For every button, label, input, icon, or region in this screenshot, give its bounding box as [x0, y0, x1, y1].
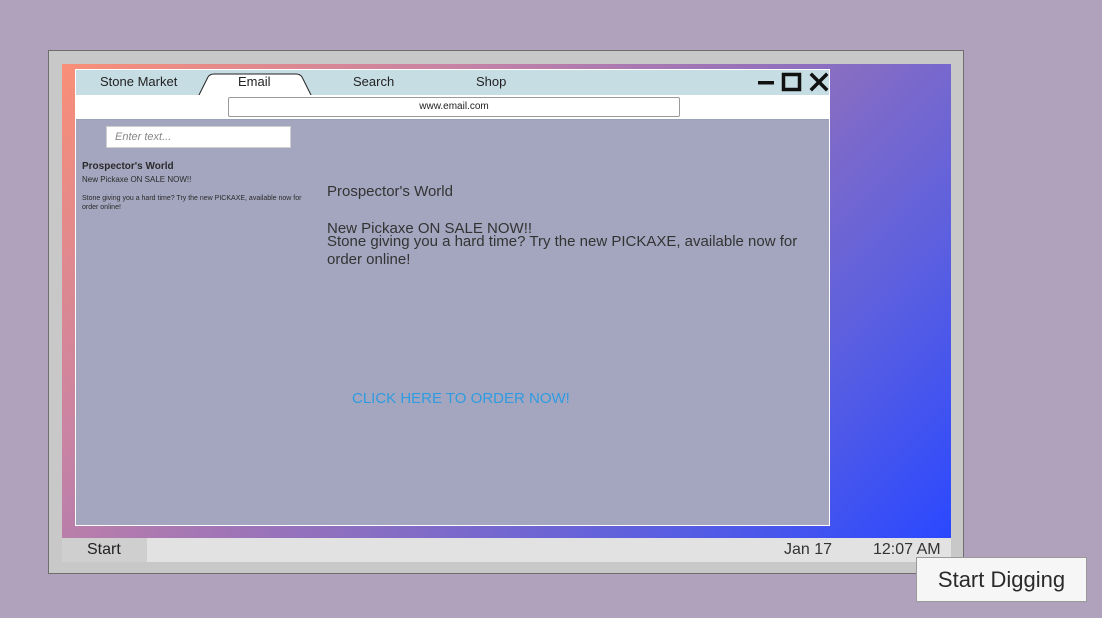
tab-stone-market[interactable]: Stone Market: [100, 74, 177, 89]
minimize-icon[interactable]: [757, 72, 775, 92]
taskbar-date: Jan 17: [784, 541, 833, 558]
address-bar: www.email.com: [76, 95, 829, 120]
order-now-link[interactable]: CLICK HERE TO ORDER NOW!: [352, 390, 570, 407]
start-digging-button[interactable]: Start Digging: [916, 557, 1087, 602]
close-icon[interactable]: [809, 72, 829, 92]
email-subject: New Pickaxe ON SALE NOW!!: [82, 175, 192, 184]
url-field[interactable]: www.email.com: [228, 97, 680, 117]
tab-email[interactable]: Email: [238, 74, 271, 89]
start-button[interactable]: Start: [62, 538, 147, 562]
inbox-email-item[interactable]: Prospector's World New Pickaxe ON SALE N…: [82, 161, 312, 212]
inbox-search-input[interactable]: Enter text...: [106, 126, 291, 148]
taskbar: Start Jan 17 12:07 AM: [62, 538, 951, 562]
email-sender: Prospector's World: [82, 161, 174, 172]
browser-window: Stone Market Email Search Shop www.email…: [75, 69, 830, 526]
tab-bar: Stone Market Email Search Shop: [76, 70, 829, 97]
tab-search[interactable]: Search: [353, 74, 394, 89]
maximize-icon[interactable]: [781, 72, 803, 92]
email-preview: Stone giving you a hard time? Try the ne…: [82, 195, 302, 211]
message-sender: Prospector's World: [327, 183, 453, 200]
tab-shop[interactable]: Shop: [476, 74, 506, 89]
message-body: Stone giving you a hard time? Try the ne…: [327, 233, 798, 268]
